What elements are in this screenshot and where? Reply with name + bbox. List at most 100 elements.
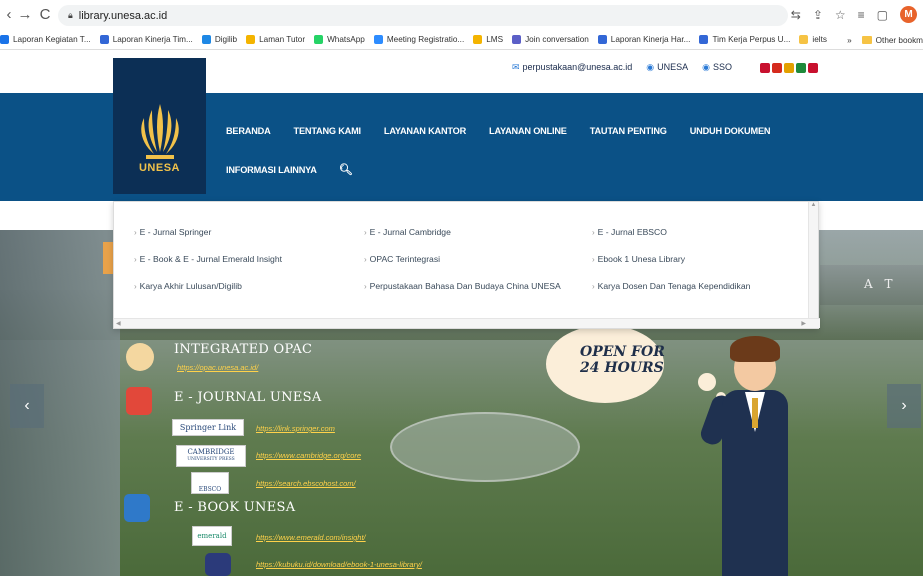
opac-title: INTEGRATED OPAC — [174, 342, 313, 357]
unesa-link[interactable]: ◉ UNESA — [646, 62, 688, 73]
email-link[interactable]: ✉ perpustakaan@unesa.ac.id — [512, 62, 632, 73]
bookmark-label: Laman Tutor — [259, 35, 306, 44]
chevron-right-icon: › — [364, 281, 367, 291]
lock-icon: 🔒︎ — [68, 10, 73, 20]
carousel-prev-button[interactable]: ‹ — [10, 384, 44, 428]
chevron-right-icon: › — [134, 227, 137, 237]
mail-icon: ✉ — [512, 62, 520, 72]
folder-icon — [861, 36, 872, 44]
dropdown-item[interactable]: › E - Jurnal Cambridge — [364, 227, 561, 237]
bookmark-item[interactable]: ielts — [799, 35, 827, 44]
bookmark-item[interactable]: Laporan Kinerja Har... — [597, 35, 690, 44]
menu-item[interactable]: TAUTAN PENTING — [590, 126, 667, 136]
bookmark-item[interactable]: Laporan Kinerja Tim... — [99, 35, 193, 44]
kubuku-link[interactable]: https://kubuku.id/download/ebook-1-unesa… — [256, 560, 422, 569]
bookmarks-bar: Laporan Kegiatan T... Laporan Kinerja Tim… — [0, 30, 923, 50]
bookmark-favicon-icon — [699, 35, 709, 44]
dropdown-item-label: E - Jurnal Springer — [139, 227, 212, 237]
dropdown-menu: › E - Jurnal Springer › E - Book & E - Jurn… — [113, 201, 820, 329]
other-bookmarks[interactable]: » Other bookm — [841, 30, 923, 49]
cambridge-link[interactable]: https://www.cambridge.org/core — [256, 451, 361, 460]
scroll-right-arrow-icon[interactable]: ▶ — [801, 320, 806, 327]
dropdown-item[interactable]: › Perpustakaan Bahasa Dan Budaya China UN… — [364, 281, 561, 291]
email-label: perpustakaan@unesa.ac.id — [522, 62, 633, 72]
dropdown-item[interactable]: › Karya Akhir Lulusan/Digilib — [134, 281, 282, 291]
wall-text: A T — [864, 277, 897, 291]
profile-avatar[interactable]: M — [900, 6, 917, 23]
browser-toolbar: ‹ → C 🔒︎ library.unesa.ac.id ⇆ ⇪ ☆ ≡ ▢ M — [0, 0, 923, 30]
dropdown-column-1: › E - Jurnal Springer › E - Book & E - Jurn… — [134, 227, 282, 291]
reading-list-icon[interactable]: ≡ — [858, 8, 865, 22]
tab-split-icon[interactable]: ▢ — [877, 8, 888, 22]
bookmark-favicon-icon — [314, 35, 324, 44]
bookmark-item[interactable]: Meeting Registratio... — [373, 35, 464, 44]
springer-logo: Springer Link — [172, 419, 244, 436]
star-icon[interactable]: ☆ — [835, 8, 846, 22]
dropdown-item[interactable]: › Ebook 1 Unesa Library — [592, 254, 750, 264]
address-url: library.unesa.ac.id — [78, 9, 168, 22]
sso-link[interactable]: ◉ SSO — [702, 62, 732, 73]
dropdown-item-label: E - Jurnal EBSCO — [597, 227, 667, 237]
bookmark-item[interactable]: Tim Kerja Perpus U... — [699, 35, 790, 44]
bookmark-item[interactable]: WhatsApp — [314, 35, 365, 44]
bookmarks-more-icon[interactable]: » — [847, 36, 852, 45]
bookmark-item[interactable]: Join conversation — [512, 35, 589, 44]
ejournal-app-icon — [126, 387, 152, 415]
dropdown-item[interactable]: › Karya Dosen Dan Tenaga Kependidikan — [592, 281, 750, 291]
chevron-right-icon: › — [592, 227, 595, 237]
menu-item[interactable]: BERANDA — [226, 126, 271, 136]
scroll-up-arrow-icon[interactable]: ▲ — [811, 202, 817, 208]
language-flag-icon[interactable] — [784, 62, 795, 73]
dropdown-item-label: OPAC Terintegrasi — [369, 254, 441, 264]
language-flags — [760, 62, 819, 73]
forward-arrow-icon[interactable]: → — [16, 6, 34, 23]
carousel-next-button[interactable]: › — [887, 384, 921, 428]
bookmark-item[interactable]: Digilib — [201, 35, 237, 44]
dropdown-item[interactable]: › E - Jurnal EBSCO — [592, 227, 750, 237]
hero-right-wall: A T — [820, 265, 923, 305]
translate-icon[interactable]: ⇆ — [791, 8, 801, 22]
menu-item[interactable]: LAYANAN KANTOR — [384, 126, 466, 136]
unesa-logo[interactable]: UNESA — [113, 58, 206, 194]
search-icon[interactable]: 🔍︎ — [339, 163, 353, 176]
opac-link[interactable]: https://opac.unesa.ac.id/ — [177, 363, 258, 372]
bookmark-favicon-icon — [246, 35, 256, 44]
dropdown-item[interactable]: › OPAC Terintegrasi — [364, 254, 561, 264]
chevron-right-icon: › — [134, 254, 137, 264]
language-flag-icon[interactable] — [808, 62, 819, 73]
reload-icon[interactable]: C — [36, 6, 54, 23]
menu-item-informasi-lainnya[interactable]: INFORMASI LAINNYA — [226, 165, 317, 175]
bubble-dot-large — [698, 373, 716, 391]
share-icon[interactable]: ⇪ — [813, 8, 823, 22]
menu-item[interactable]: TENTANG KAMI — [294, 126, 362, 136]
springer-link[interactable]: https://link.springer.com — [256, 424, 335, 433]
emerald-link[interactable]: https://www.emerald.com/insight/ — [256, 533, 366, 542]
language-flag-icon[interactable] — [772, 62, 783, 73]
cambridge-label: CAMBRIDGE — [187, 448, 235, 456]
chevron-right-icon: › — [364, 254, 367, 264]
menu-item[interactable]: UNDUH DOKUMEN — [690, 126, 771, 136]
dropdown-vertical-scrollbar[interactable]: ▲ — [808, 202, 818, 318]
chevron-left-icon: ‹ — [24, 397, 30, 414]
bookmark-item[interactable]: LMS — [473, 35, 503, 44]
bookmark-label: LMS — [486, 35, 504, 44]
bookmark-favicon-icon — [473, 35, 483, 44]
bookmark-favicon-icon — [0, 35, 9, 44]
chevron-right-icon: › — [901, 397, 907, 414]
language-flag-icon[interactable] — [796, 62, 807, 73]
bookmark-favicon-icon — [373, 35, 383, 44]
bookmark-item[interactable]: Laporan Kegiatan T... — [0, 35, 91, 44]
language-flag-icon[interactable] — [760, 62, 771, 73]
address-bar[interactable]: 🔒︎ library.unesa.ac.id — [58, 5, 788, 26]
bubble-text: OPEN FOR 24 HOURS — [580, 344, 665, 376]
dropdown-item[interactable]: › E - Book & E - Jurnal Emerald Insight — [134, 254, 282, 264]
bookmark-item[interactable]: Laman Tutor — [246, 35, 305, 44]
dropdown-horizontal-scrollbar[interactable]: ◀ ▶ — [114, 318, 820, 328]
ebsco-link[interactable]: https://search.ebscohost.com/ — [256, 479, 356, 488]
dropdown-item[interactable]: › E - Jurnal Springer — [134, 227, 282, 237]
menu-item[interactable]: LAYANAN ONLINE — [489, 126, 567, 136]
bookmark-label: Join conversation — [525, 35, 589, 44]
bookmark-favicon-icon — [512, 35, 522, 44]
scroll-left-arrow-icon[interactable]: ◀ — [116, 320, 121, 327]
chevron-right-icon: › — [134, 281, 137, 291]
